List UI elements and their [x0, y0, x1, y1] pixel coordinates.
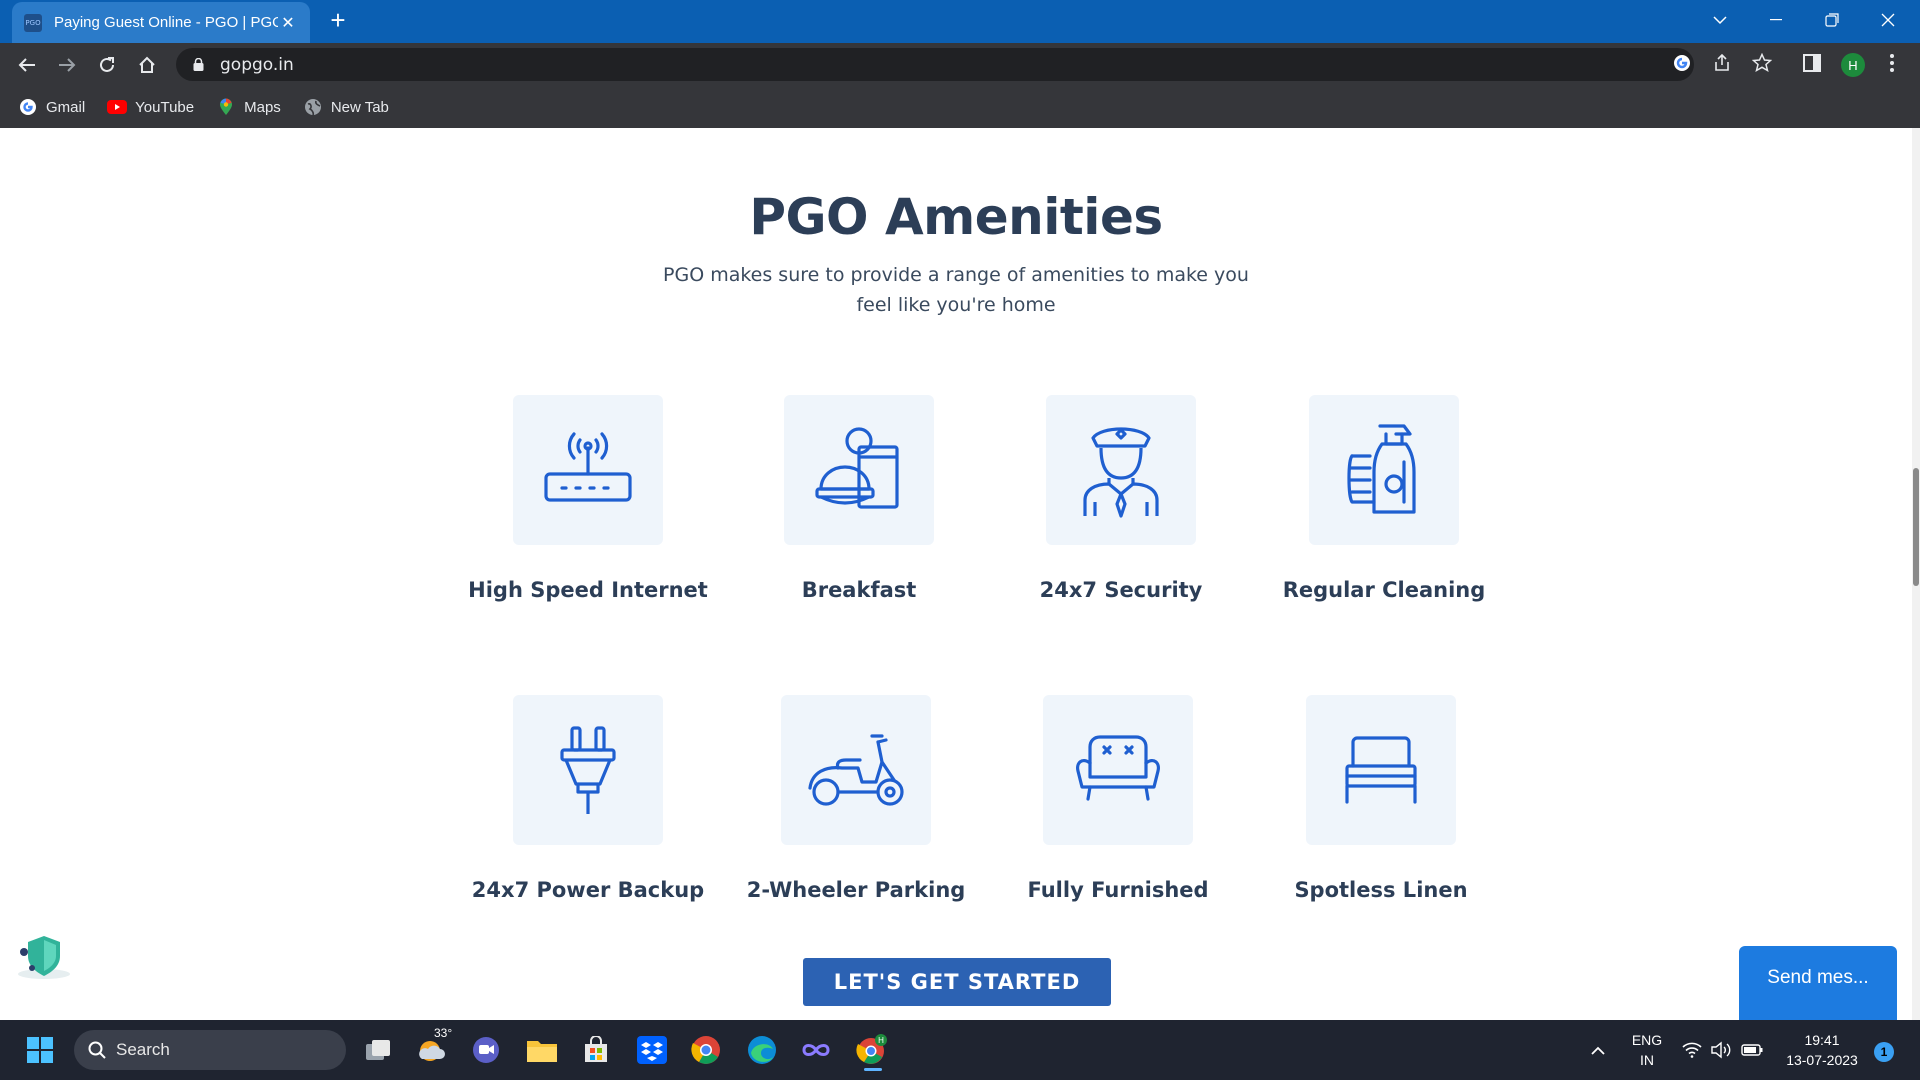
bookmark-gmail[interactable]: Gmail [18, 97, 85, 117]
bookmark-label: Maps [244, 98, 281, 116]
reload-button[interactable] [92, 50, 122, 80]
browser-tab-active[interactable]: PGO Paying Guest Online - PGO | PGO ✕ [12, 2, 310, 43]
amenity-label: 24x7 Security [1039, 578, 1203, 602]
side-panel-icon[interactable] [1800, 51, 1824, 75]
bookmark-label: New Tab [330, 98, 389, 116]
amenity-label: Breakfast [801, 578, 917, 602]
bookmark-maps[interactable]: Maps [216, 97, 281, 117]
page-title: PGO Amenities [749, 188, 1163, 246]
notification-badge[interactable]: 1 [1874, 1042, 1894, 1062]
scooter-icon [781, 695, 931, 845]
edge-icon[interactable] [742, 1030, 782, 1070]
file-explorer-icon[interactable] [522, 1030, 562, 1070]
microsoft-store-icon[interactable] [576, 1030, 616, 1070]
tab-strip: PGO Paying Guest Online - PGO | PGO ✕ + [0, 0, 1920, 43]
power-plug-icon [513, 695, 663, 845]
address-bar[interactable]: gopgo.in [176, 48, 1694, 81]
close-tab-icon[interactable]: ✕ [278, 13, 298, 33]
share-icon[interactable] [1710, 51, 1734, 75]
maps-icon [216, 97, 236, 117]
bed-icon [1306, 695, 1456, 845]
sofa-icon [1043, 695, 1193, 845]
weather-temperature: 33° [434, 1026, 453, 1040]
svg-text:H: H [878, 1036, 884, 1045]
scrollbar-thumb[interactable] [1913, 468, 1919, 586]
lock-icon[interactable] [192, 58, 204, 71]
language-code: ENG [1631, 1032, 1663, 1048]
url-text[interactable]: gopgo.in [220, 55, 294, 75]
teams-chat-icon[interactable] [466, 1030, 506, 1070]
chrome-profile-icon[interactable]: H [852, 1030, 892, 1070]
restore-button[interactable] [1804, 0, 1860, 40]
router-icon [513, 395, 663, 545]
security-shield-icon[interactable] [14, 932, 74, 982]
amenity-label: Fully Furnished [1027, 878, 1209, 902]
google-icon [18, 97, 38, 117]
page-content: PGO Amenities PGO makes sure to provide … [0, 128, 1920, 1020]
amenity-label: Spotless Linen [1294, 878, 1468, 902]
breakfast-icon [784, 395, 934, 545]
show-hidden-icons-chevron-up-icon[interactable] [1578, 1030, 1618, 1070]
task-view-icon[interactable] [358, 1030, 398, 1070]
new-tab-button[interactable]: + [324, 6, 352, 34]
infinity-app-icon[interactable] [796, 1030, 836, 1070]
menu-kebab-icon[interactable] [1880, 51, 1904, 75]
google-lens-icon[interactable] [1670, 51, 1694, 75]
amenity-label: 2-Wheeler Parking [746, 878, 966, 902]
language-indicator[interactable]: ENG IN [1624, 1030, 1670, 1070]
tab-search-chevron-down-icon[interactable] [1692, 0, 1748, 40]
region-code: IN [1640, 1052, 1654, 1068]
windows-taskbar: Search 33° H ENG IN 19:41 13-07-2023 [0, 1020, 1920, 1080]
windows-start-icon[interactable] [20, 1030, 60, 1070]
security-guard-icon [1046, 395, 1196, 545]
search-icon [88, 1041, 106, 1059]
back-button[interactable] [12, 50, 42, 80]
page-subtitle: PGO makes sure to provide a range of ame… [663, 264, 1249, 316]
pgo-favicon-icon: PGO [24, 13, 42, 32]
bookmark-new-tab[interactable]: New Tab [303, 97, 389, 117]
taskbar-search-box[interactable]: Search [74, 1030, 346, 1070]
home-button[interactable] [132, 50, 162, 80]
bookmark-youtube[interactable]: YouTube [107, 97, 194, 117]
battery-icon[interactable] [1732, 1030, 1772, 1070]
chrome-icon[interactable] [686, 1030, 726, 1070]
profile-avatar[interactable]: H [1841, 53, 1865, 77]
close-window-button[interactable] [1860, 0, 1916, 40]
forward-button[interactable] [52, 50, 82, 80]
weather-icon[interactable]: 33° [412, 1026, 452, 1070]
active-app-indicator [864, 1068, 882, 1071]
tab-title: Paying Guest Online - PGO | PGO [54, 14, 278, 31]
bookmark-star-icon[interactable] [1750, 51, 1774, 75]
amenity-label: Regular Cleaning [1282, 578, 1486, 602]
youtube-icon [107, 97, 128, 117]
search-label: Search [116, 1040, 170, 1059]
minimize-button[interactable] [1748, 0, 1804, 40]
globe-icon [303, 97, 323, 117]
send-message-chat-button[interactable]: Send mes... [1739, 946, 1897, 1020]
clock-date: 13-07-2023 [1786, 1052, 1858, 1068]
dropbox-icon[interactable] [632, 1030, 672, 1070]
clock[interactable]: 19:41 13-07-2023 [1776, 1030, 1868, 1070]
bookmark-label: Gmail [46, 98, 86, 116]
bookmark-label: YouTube [135, 98, 195, 116]
bookmarks-bar: Gmail YouTube Maps New Tab [0, 86, 1920, 128]
lets-get-started-button[interactable]: LET'S GET STARTED [803, 958, 1111, 1006]
clock-time: 19:41 [1804, 1032, 1840, 1048]
cleaning-spray-icon [1309, 395, 1459, 545]
amenity-label: High Speed Internet [468, 578, 708, 602]
browser-toolbar: gopgo.in [0, 43, 1920, 86]
amenity-label: 24x7 Power Backup [471, 878, 705, 902]
